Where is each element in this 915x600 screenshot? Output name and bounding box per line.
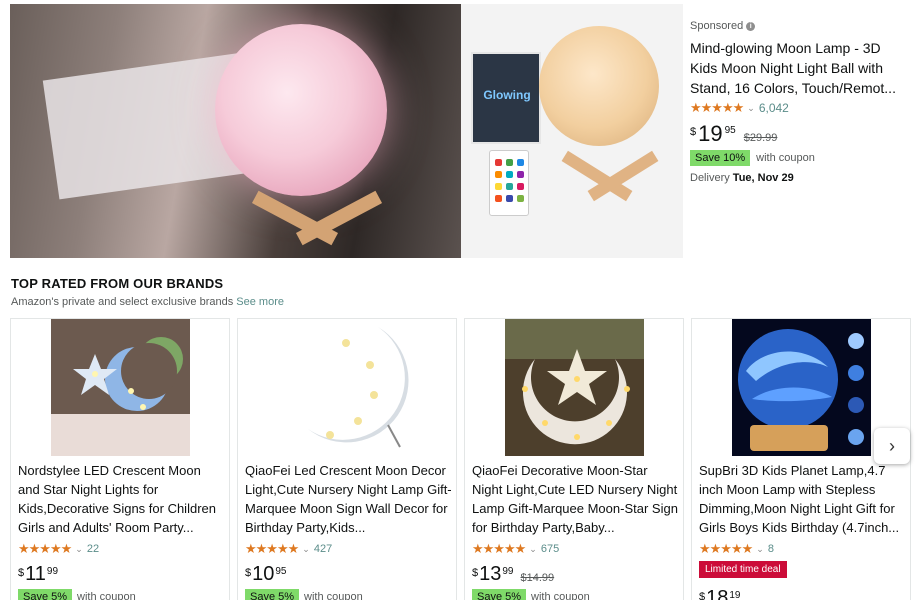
product-card[interactable]: QiaoFei Decorative Moon-Star Night Light… [464, 318, 684, 600]
sponsored-label: Sponsored i [690, 20, 910, 32]
coupon-text: with coupon [531, 591, 590, 600]
price-fraction: 99 [46, 566, 59, 577]
product-rating[interactable]: ★★★★★ ⌄ 427 [245, 541, 332, 557]
product-title[interactable]: QiaoFei Led Crescent Moon Decor Light,Cu… [245, 461, 453, 537]
product-coupon: Save 5% with coupon [245, 589, 363, 600]
coupon-text: with coupon [756, 152, 815, 164]
product-stand-shape [553, 144, 663, 208]
product-price: $ 10 95 [245, 563, 287, 585]
banner-lifestyle-image[interactable] [10, 4, 461, 258]
product-rating[interactable]: ★★★★★ ⌄ 8 [699, 541, 774, 557]
chevron-down-icon[interactable]: ⌄ [747, 103, 755, 114]
lamp-stand-shape [242, 189, 392, 249]
star-rating-icon: ★★★★★ [18, 541, 72, 556]
star-rating-icon: ★★★★★ [472, 541, 526, 556]
save-badge: Save 5% [472, 589, 527, 600]
product-coupon: Save 5% with coupon [18, 589, 136, 600]
product-price: $ 13 99 $14.99 [472, 563, 554, 585]
sponsored-text: Sponsored [690, 20, 744, 32]
moon-star-sign-image [505, 319, 644, 456]
product-card[interactable]: Nordstylee LED Crescent Moon and Star Ni… [10, 318, 230, 600]
section-title: TOP RATED FROM OUR BRANDS [11, 276, 224, 291]
banner-info: Sponsored i Mind-glowing Moon Lamp - 3D … [690, 20, 910, 184]
product-coupon: Save 5% with coupon [472, 589, 590, 600]
product-price: $ 18 19 [699, 587, 741, 600]
product-carousel: Nordstylee LED Crescent Moon and Star Ni… [10, 318, 912, 600]
banner-coupon: Save 10% with coupon [690, 150, 910, 166]
price-fraction: 99 [502, 566, 514, 577]
moon-star-light-image [51, 319, 190, 456]
sponsored-banner: Glowing Sponsored i Mind-glowing Moon La… [10, 4, 910, 258]
star-rating-icon: ★★★★★ [699, 541, 753, 556]
planet-lamp-image [732, 319, 871, 456]
product-title[interactable]: SupBri 3D Kids Planet Lamp,4.7 inch Moon… [699, 461, 907, 537]
moon-lamp-image [215, 24, 387, 196]
price-whole: 10 [252, 563, 275, 585]
delivery-date: Tue, Nov 29 [732, 172, 794, 184]
rating-count[interactable]: 427 [314, 543, 332, 555]
carousel-next-button[interactable]: › [874, 428, 910, 464]
price-whole: 18 [706, 587, 729, 600]
section-subtitle: Amazon's private and select exclusive br… [11, 296, 284, 308]
banner-product-title[interactable]: Mind-glowing Moon Lamp - 3D Kids Moon Ni… [690, 38, 910, 98]
price-symbol: $ [690, 126, 697, 138]
price-fraction: 95 [275, 566, 287, 577]
product-rating[interactable]: ★★★★★ ⌄ 22 [18, 541, 99, 557]
product-image[interactable] [278, 319, 417, 456]
price-symbol: $ [472, 567, 479, 579]
price-symbol: $ [18, 567, 25, 579]
banner-rating[interactable]: ★★★★★ ⌄ 6,042 [690, 100, 910, 116]
banner-price: $ 19 95 $29.99 [690, 122, 910, 146]
rating-count[interactable]: 8 [768, 543, 774, 555]
chevron-down-icon[interactable]: ⌄ [756, 544, 764, 555]
crescent-moon-light-image [278, 319, 417, 456]
see-more-link[interactable]: See more [236, 296, 284, 308]
star-rating-icon: ★★★★★ [690, 100, 744, 115]
rating-count[interactable]: 675 [541, 543, 559, 555]
price-whole: 19 [698, 121, 723, 146]
remote-control-image [489, 150, 529, 216]
rating-count[interactable]: 6,042 [759, 101, 789, 115]
limited-deal-badge: Limited time deal [699, 561, 787, 578]
chevron-down-icon[interactable]: ⌄ [75, 544, 83, 555]
save-badge: Save 10% [690, 150, 751, 166]
product-image[interactable] [732, 319, 871, 456]
moon-lamp-product-image [539, 26, 659, 146]
section-subtitle-text: Amazon's private and select exclusive br… [11, 296, 234, 308]
price-whole: 13 [479, 563, 502, 585]
delivery-label: Delivery [690, 172, 730, 184]
product-image[interactable] [505, 319, 644, 456]
product-title[interactable]: Nordstylee LED Crescent Moon and Star Ni… [18, 461, 226, 537]
price-fraction: 19 [729, 590, 741, 600]
price-whole: 11 [25, 563, 46, 585]
info-icon[interactable]: i [746, 21, 756, 31]
banner-product-image[interactable]: Glowing [461, 4, 683, 258]
product-image[interactable] [51, 319, 190, 456]
list-price: $14.99 [520, 572, 555, 584]
product-box-label: Glowing [483, 88, 531, 102]
save-badge: Save 5% [245, 589, 300, 600]
coupon-text: with coupon [77, 591, 136, 600]
list-price: $29.99 [743, 132, 778, 144]
chevron-right-icon: › [889, 436, 895, 456]
chevron-down-icon[interactable]: ⌄ [529, 544, 537, 555]
price-symbol: $ [699, 591, 706, 600]
star-rating-icon: ★★★★★ [245, 541, 299, 556]
save-badge: Save 5% [18, 589, 73, 600]
delivery-info: Delivery Tue, Nov 29 [690, 172, 910, 184]
product-price: $ 11 99 [18, 563, 58, 585]
chevron-down-icon[interactable]: ⌄ [302, 544, 310, 555]
product-title[interactable]: QiaoFei Decorative Moon-Star Night Light… [472, 461, 680, 537]
product-rating[interactable]: ★★★★★ ⌄ 675 [472, 541, 559, 557]
product-box-image: Glowing [471, 52, 541, 144]
rating-count[interactable]: 22 [87, 543, 99, 555]
product-card[interactable]: QiaoFei Led Crescent Moon Decor Light,Cu… [237, 318, 457, 600]
price-symbol: $ [245, 567, 252, 579]
price-fraction: 95 [724, 125, 736, 136]
coupon-text: with coupon [304, 591, 363, 600]
